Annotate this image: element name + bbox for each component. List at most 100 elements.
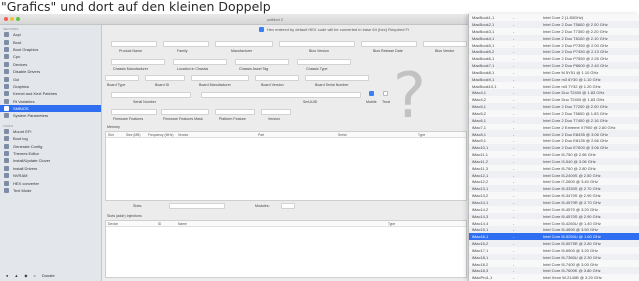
- sidebar-item-kernel-and-kext-patches[interactable]: Kernel and Kext Patches: [0, 90, 101, 97]
- platform-feature-field[interactable]: [215, 109, 255, 115]
- sidebar-item-cpu[interactable]: Cpu: [0, 53, 101, 60]
- family-field[interactable]: [163, 41, 209, 47]
- dropdown-option[interactable]: iMac18,2 - Intel Core i5-7400 @ 3.00 GHz: [469, 260, 639, 267]
- dropdown-option[interactable]: iMac16,2 - Intel Core i5-5575R @ 2.80 GHz: [469, 239, 639, 247]
- dropdown-option[interactable]: iMac9,1 - Intel Core 2 Duo E8135 @ 2.66 GH…: [469, 137, 639, 144]
- column-header[interactable]: Name: [176, 222, 386, 226]
- sidebar-item-system-parameters[interactable]: System Parameters: [0, 112, 101, 119]
- dropdown-option[interactable]: MacBook10,1 - Intel Core m3 7Y32 @ 1.20 GH…: [469, 82, 639, 89]
- hex-default-checkbox[interactable]: [259, 27, 264, 32]
- column-header[interactable]: Part: [256, 133, 336, 137]
- dropdown-option[interactable]: iMac8,1 - Intel Core 2 Duo E8435 @ 3.06 GH…: [469, 130, 639, 138]
- trust-checkbox[interactable]: [383, 91, 388, 96]
- firmware-features-mask-field[interactable]: [161, 109, 209, 115]
- dropdown-option[interactable]: iMac4,1 - Intel Core Duo T2400 @ 1.83 GHz: [469, 89, 639, 97]
- mac-model-dropdown[interactable]: MacBook1,1- Intel Core 2 (1.83GHz) MacBook…: [468, 14, 639, 281]
- column-header[interactable]: Type: [386, 222, 466, 226]
- share-icon[interactable]: <: [33, 273, 35, 278]
- bios-vendor-field[interactable]: [423, 41, 467, 47]
- dropdown-option[interactable]: iMac12,1 - Intel Core i5-2400S @ 2.50 GHz: [469, 171, 639, 179]
- chassis-type-field[interactable]: [297, 59, 351, 65]
- column-header[interactable]: Type: [416, 133, 466, 137]
- sidebar-item-graphics[interactable]: Graphics: [0, 83, 101, 90]
- dropdown-option[interactable]: MacBook6,1 - Intel Core 2 Duo P7550 @ 2.26…: [469, 55, 639, 62]
- dropdown-option[interactable]: iMac14,3 - Intel Core i5-4570S @ 2.90 GHz: [469, 212, 639, 220]
- dropdown-option[interactable]: iMac17,1 - Intel Core i5-6500 @ 3.20 GHz: [469, 247, 639, 254]
- column-header[interactable]: Serial: [336, 133, 416, 137]
- sidebar-item-boot-graphics[interactable]: Boot Graphics: [0, 46, 101, 53]
- column-header[interactable]: Size (MB): [124, 133, 146, 137]
- donate-button[interactable]: Donate: [42, 273, 55, 278]
- lock-icon[interactable]: ●: [6, 273, 8, 278]
- dropdown-option[interactable]: iMac18,1 - Intel Core i5-7360U @ 2.30 GHz: [469, 253, 639, 261]
- sidebar-tool-nvram[interactable]: NVRAM: [0, 172, 101, 179]
- sidebar-item-smbios[interactable]: SMBIOS: [0, 104, 101, 113]
- dropdown-option[interactable]: iMac11,2 - Intel Core i3-540 @ 3.06 GHz: [469, 157, 639, 165]
- dropdown-option[interactable]: MacBook9,1 - Intel Core m3 6Y30 @ 1.10 GHz: [469, 75, 639, 83]
- product-name-field[interactable]: [111, 41, 157, 47]
- smuuid-field[interactable]: [201, 92, 361, 98]
- dropdown-option[interactable]: MacBook2,1 - Intel Core 2 Duo T5600 @ 2.00…: [469, 20, 639, 28]
- sidebar-tool-install-drivers[interactable]: Install Drivers: [0, 165, 101, 172]
- sidebar-tool-themes-editor[interactable]: Themes Editor: [0, 150, 101, 157]
- board-version-field[interactable]: [255, 75, 299, 81]
- info-icon[interactable]: ▲: [14, 273, 18, 278]
- close-window-button[interactable]: [4, 17, 8, 21]
- sidebar-item-gui[interactable]: Gui: [0, 75, 101, 82]
- dropdown-option[interactable]: iMac7,1 - Intel Core 2 Extreme X7900 @ 2.8…: [469, 124, 639, 131]
- dropdown-option[interactable]: iMac5,2 - Intel Core 2 Duo T5600 @ 1.83 GH…: [469, 110, 639, 117]
- location-in-chassis-field[interactable]: [173, 59, 227, 65]
- bios-release-date-field[interactable]: [361, 41, 417, 47]
- column-header[interactable]: ID: [156, 222, 176, 226]
- dropdown-option[interactable]: iMac13,2 - Intel Core i5-3470S @ 2.90 GHz: [469, 192, 639, 199]
- board-manufacturer-field[interactable]: [191, 75, 249, 81]
- mobile-checkbox[interactable]: [369, 91, 374, 96]
- zoom-window-button[interactable]: [16, 17, 20, 21]
- sidebar-tool-install-update-clover[interactable]: Install/Update Clover: [0, 157, 101, 164]
- dropdown-option[interactable]: iMac11,3 - Intel Core i5-760 @ 2.80 GHz: [469, 165, 639, 172]
- slots-select[interactable]: [169, 203, 225, 209]
- chassis-asset-tag-field[interactable]: [235, 59, 289, 65]
- column-header[interactable]: Frequency (MHz): [146, 133, 176, 137]
- sidebar-tool-boot-log[interactable]: Boot log: [0, 135, 101, 142]
- slots-table[interactable]: Device ID Name Type: [105, 220, 467, 278]
- column-header[interactable]: Slot: [106, 133, 124, 137]
- dropdown-option[interactable]: MacBook5,2 - Intel Core 2 Duo P7450 @ 2.13…: [469, 48, 639, 56]
- memory-table[interactable]: Slot Size (MB) Frequency (MHz) Vendor Part Se…: [105, 131, 467, 201]
- dropdown-option[interactable]: iMac12,2 - Intel Core i7-2600 @ 3.40 GHz: [469, 178, 639, 185]
- sidebar-item-devices[interactable]: Devices: [0, 61, 101, 68]
- board-id-field[interactable]: [145, 75, 185, 81]
- dropdown-option[interactable]: iMac10,1 - Intel Core 2 Duo E7600 @ 3.06 G…: [469, 144, 639, 151]
- sidebar-item-acpi[interactable]: Acpi: [0, 31, 101, 38]
- column-header[interactable]: Vendor: [176, 133, 256, 137]
- manufacturer-field[interactable]: [215, 41, 273, 47]
- firmware-features-field[interactable]: [111, 109, 157, 115]
- dropdown-option[interactable]: iMac14,2 - Intel Core i5-4570 @ 3.20 GHz: [469, 206, 639, 213]
- modules-field[interactable]: [281, 203, 295, 209]
- dropdown-option[interactable]: MacBook4,1 - Intel Core 2 Duo T8100 @ 2.10…: [469, 34, 639, 42]
- dropdown-option[interactable]: MacBook5,1 - Intel Core 2 Duo P7350 @ 2.00…: [469, 41, 639, 48]
- sidebar-tool-hex-converter[interactable]: HEX converter: [0, 179, 101, 186]
- dropdown-option[interactable]: iMac11,1 - Intel Core i5-750 @ 2.66 GHz: [469, 151, 639, 158]
- sidebar-tool-text-mode[interactable]: Text Mode: [0, 187, 101, 194]
- board-serial-number-field[interactable]: [305, 75, 369, 81]
- board-type-field[interactable]: [105, 75, 139, 81]
- dropdown-option[interactable]: MacBook7,1 - Intel Core 2 Duo P8600 @ 2.40…: [469, 61, 639, 69]
- dropdown-option[interactable]: MacBook8,1 - Intel Core M 5Y51 @ 1.10 GHz: [469, 69, 639, 76]
- chassis-manufacturer-field[interactable]: [111, 59, 165, 65]
- dropdown-option[interactable]: iMac4,2 - Intel Core Duo T2400 @ 1.83 GHz: [469, 96, 639, 103]
- sidebar-item-disable-drivers[interactable]: Disable Drivers: [0, 68, 101, 75]
- dropdown-option[interactable]: iMac13,1 - Intel Core i5-3330S @ 2.70 GHz: [469, 185, 639, 192]
- dropdown-option[interactable]: iMac14,4 - Intel Core i5-4260U @ 1.40 GHz: [469, 219, 639, 226]
- column-header[interactable]: Device: [106, 222, 156, 226]
- version-field[interactable]: [261, 109, 291, 115]
- serial-number-field[interactable]: [111, 92, 191, 98]
- dropdown-option[interactable]: MacBook3,1 - Intel Core 2 Duo T7300 @ 2.20…: [469, 28, 639, 35]
- sidebar-tool-mount-efi[interactable]: Mount EFI: [0, 128, 101, 135]
- dropdown-option[interactable]: iMac16,1 - Intel Core i5-5250U @ 1.60 GHz: [469, 233, 639, 240]
- bios-version-field[interactable]: [279, 41, 355, 47]
- sidebar-item-boot[interactable]: Boot: [0, 38, 101, 45]
- home-icon[interactable]: ◆: [24, 273, 27, 278]
- dropdown-option[interactable]: iMac15,1 - Intel Core i5-4690 @ 3.50 GHz: [469, 226, 639, 234]
- sidebar-item-rt-variables[interactable]: Rt Variables: [0, 98, 101, 105]
